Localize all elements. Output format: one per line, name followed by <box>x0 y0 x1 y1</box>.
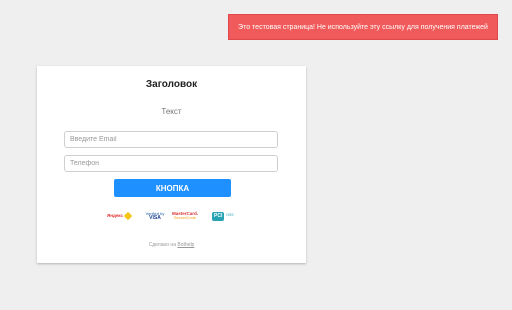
securecode-text: SecureCode <box>173 215 197 221</box>
visa-text: VISA <box>149 214 161 221</box>
payment-form-card: Заголовок Текст КНОПКА Яндекс Verified b… <box>37 66 306 263</box>
form-title: Заголовок <box>145 79 198 90</box>
pci-text: PCI <box>212 211 225 221</box>
verified-by-visa-logo: Verified by VISA <box>143 208 167 224</box>
submit-button[interactable]: КНОПКА <box>114 179 231 197</box>
footer-prefix: Сделано на <box>148 242 176 248</box>
payment-logos: Яндекс Verified by VISA MasterCard. Secu… <box>37 208 306 224</box>
yandex-money-logo: Яндекс <box>107 208 133 224</box>
dss-text: DSS <box>226 213 234 218</box>
yandex-logo-text: Яндекс <box>107 212 124 218</box>
test-page-warning-banner: Это тестовая страница! Не используйте эт… <box>228 14 498 40</box>
bothelp-link[interactable]: Bothelp <box>177 242 194 248</box>
email-input[interactable] <box>64 131 278 148</box>
form-subtitle: Текст <box>161 107 182 116</box>
mastercard-securecode-logo: MasterCard. SecureCode <box>171 208 199 224</box>
warning-text: Это тестовая страница! Не используйте эт… <box>238 23 488 31</box>
yandex-coin-icon <box>123 211 133 221</box>
pci-dss-logo: PCI DSS <box>212 208 238 224</box>
made-with-footer: Сделано на Bothelp <box>37 242 306 248</box>
page: Это тестовая страница! Не используйте эт… <box>0 0 512 310</box>
phone-input[interactable] <box>64 155 278 172</box>
